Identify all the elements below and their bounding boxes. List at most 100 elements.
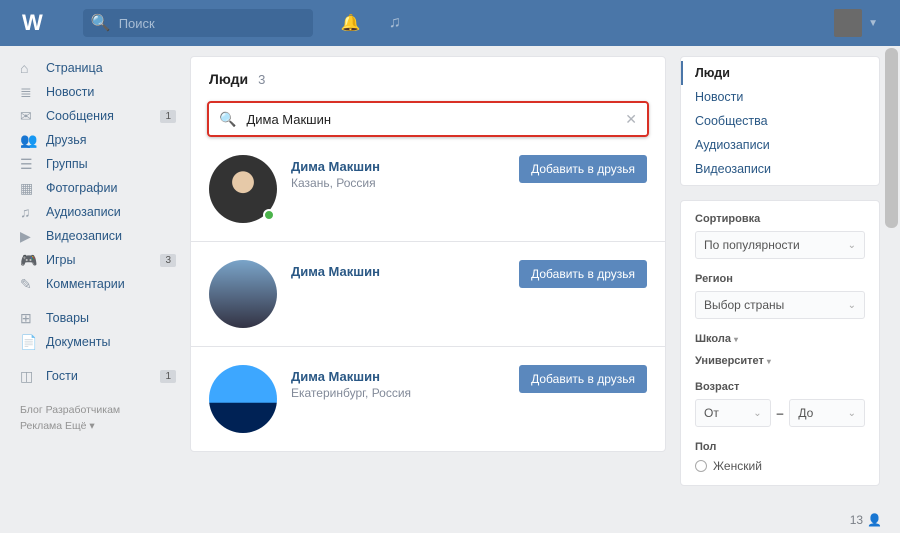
search-icon: 🔍 bbox=[219, 111, 236, 128]
sex-female-radio[interactable]: Женский bbox=[695, 459, 865, 473]
sidebar-item-Друзья[interactable]: 👥Друзья bbox=[20, 128, 176, 152]
online-count-value: 13 bbox=[850, 513, 863, 527]
footer-line[interactable]: Реклама Ещё ▾ bbox=[20, 418, 176, 434]
sort-label: Сортировка bbox=[695, 213, 865, 225]
add-friend-button[interactable]: Добавить в друзья bbox=[519, 365, 647, 393]
nav-icon: 📄 bbox=[20, 334, 46, 351]
search-icon: 🔍 bbox=[91, 13, 111, 33]
left-sidebar: ⌂Страница≣Новости✉Сообщения1👥Друзья☰Груп… bbox=[20, 56, 190, 486]
age-label: Возраст bbox=[695, 381, 865, 393]
nav-label: Товары bbox=[46, 311, 89, 325]
search-tabs: ЛюдиНовостиСообществаАудиозаписиВидеозап… bbox=[680, 56, 880, 186]
chevron-down-icon: ⌄ bbox=[753, 408, 761, 419]
tab-Сообщества[interactable]: Сообщества bbox=[681, 109, 879, 133]
nav-label: Аудиозаписи bbox=[46, 205, 121, 219]
result-avatar[interactable] bbox=[209, 260, 277, 328]
sidebar-item-Гости[interactable]: ◫Гости1 bbox=[20, 364, 176, 388]
user-avatar[interactable] bbox=[834, 9, 862, 37]
result-avatar[interactable] bbox=[209, 155, 277, 223]
sidebar-item-Новости[interactable]: ≣Новости bbox=[20, 80, 176, 104]
footer-line[interactable]: Блог Разработчикам bbox=[20, 402, 176, 418]
clear-icon[interactable]: ✕ bbox=[625, 111, 637, 128]
nav-icon: ♫ bbox=[20, 204, 46, 220]
sex-female-label: Женский bbox=[713, 459, 762, 473]
nav-icon: 👥 bbox=[20, 132, 46, 149]
header-search-input[interactable] bbox=[117, 15, 305, 32]
tab-Люди[interactable]: Люди bbox=[681, 61, 879, 85]
dash: – bbox=[777, 406, 784, 420]
sort-select[interactable]: По популярности ⌄ bbox=[695, 231, 865, 259]
nav-icon: ▶ bbox=[20, 228, 46, 245]
page-title: Люди bbox=[209, 71, 248, 87]
school-label[interactable]: Школа▾ bbox=[695, 333, 865, 345]
add-friend-button[interactable]: Добавить в друзья bbox=[519, 155, 647, 183]
notifications-icon[interactable]: 🔔 bbox=[341, 13, 361, 33]
sidebar-item-Видеозаписи[interactable]: ▶Видеозаписи bbox=[20, 224, 176, 248]
people-count: 3 bbox=[258, 72, 265, 87]
add-friend-button[interactable]: Добавить в друзья bbox=[519, 260, 647, 288]
main-column: Люди 3 🔍 ✕ Дима МакшинКазань, РоссияДоба… bbox=[190, 56, 666, 486]
online-count[interactable]: 13 👤 bbox=[850, 513, 882, 527]
music-icon[interactable]: ♫ bbox=[389, 14, 401, 32]
header-search[interactable]: 🔍 bbox=[83, 9, 313, 37]
nav-icon: ☰ bbox=[20, 156, 46, 173]
sex-label: Пол bbox=[695, 441, 865, 453]
caret-icon: ▾ bbox=[734, 335, 738, 344]
sidebar-item-Страница[interactable]: ⌂Страница bbox=[20, 56, 176, 80]
scrollbar[interactable] bbox=[885, 48, 898, 228]
nav-badge: 3 bbox=[160, 254, 176, 267]
caret-icon: ▾ bbox=[767, 357, 771, 366]
result-row: Дима МакшинДобавить в друзья bbox=[191, 242, 665, 347]
result-row: Дима МакшинКазань, РоссияДобавить в друз… bbox=[191, 137, 665, 242]
sidebar-item-Аудиозаписи[interactable]: ♫Аудиозаписи bbox=[20, 200, 176, 224]
sidebar-item-Документы[interactable]: 📄Документы bbox=[20, 330, 176, 354]
chevron-down-icon: ⌄ bbox=[848, 240, 856, 251]
filters-card: Сортировка По популярности⌄ Регион Выбор… bbox=[680, 200, 880, 486]
sidebar-item-Игры[interactable]: 🎮Игры3 bbox=[20, 248, 176, 272]
nav-label: Видеозаписи bbox=[46, 229, 122, 243]
chevron-down-icon: ⌄ bbox=[848, 300, 856, 311]
nav-label: Документы bbox=[46, 335, 110, 349]
result-name[interactable]: Дима Макшин bbox=[291, 369, 519, 384]
age-from-value: От bbox=[704, 406, 719, 420]
online-indicator bbox=[263, 209, 275, 221]
nav-label: Страница bbox=[46, 61, 103, 75]
age-to-select[interactable]: До⌄ bbox=[789, 399, 865, 427]
result-avatar[interactable] bbox=[209, 365, 277, 433]
region-value: Выбор страны bbox=[704, 298, 784, 312]
right-sidebar: ЛюдиНовостиСообществаАудиозаписиВидеозап… bbox=[680, 56, 880, 486]
vk-logo[interactable]: W bbox=[22, 10, 43, 36]
nav-label: Новости bbox=[46, 85, 94, 99]
nav-label: Друзья bbox=[46, 133, 87, 147]
region-select[interactable]: Выбор страны ⌄ bbox=[695, 291, 865, 319]
nav-icon: ⌂ bbox=[20, 60, 46, 76]
nav-icon: ⊞ bbox=[20, 310, 46, 327]
sidebar-item-Комментарии[interactable]: ✎Комментарии bbox=[20, 272, 176, 296]
sidebar-item-Фотографии[interactable]: ▦Фотографии bbox=[20, 176, 176, 200]
chevron-down-icon[interactable]: ▼ bbox=[868, 18, 878, 29]
sort-value: По популярности bbox=[704, 238, 800, 252]
nav-badge: 1 bbox=[160, 370, 176, 383]
university-label[interactable]: Университет▾ bbox=[695, 355, 865, 367]
nav-icon: ✉ bbox=[20, 108, 46, 125]
sidebar-item-Товары[interactable]: ⊞Товары bbox=[20, 306, 176, 330]
tab-Видеозаписи[interactable]: Видеозаписи bbox=[681, 157, 879, 181]
sidebar-item-Сообщения[interactable]: ✉Сообщения1 bbox=[20, 104, 176, 128]
result-name[interactable]: Дима Макшин bbox=[291, 159, 519, 174]
tab-Аудиозаписи[interactable]: Аудиозаписи bbox=[681, 133, 879, 157]
age-to-value: До bbox=[798, 406, 813, 420]
nav-icon: 🎮 bbox=[20, 252, 46, 269]
result-row: Дима Макшин Екатеринбург, РоссияДобавить … bbox=[191, 347, 665, 451]
age-from-select[interactable]: От ⌄ bbox=[695, 399, 771, 427]
nav-icon: ✎ bbox=[20, 276, 46, 293]
people-search[interactable]: 🔍 ✕ bbox=[207, 101, 649, 137]
nav-icon: ◫ bbox=[20, 368, 46, 385]
result-name[interactable]: Дима Макшин bbox=[291, 264, 519, 279]
tab-Новости[interactable]: Новости bbox=[681, 85, 879, 109]
result-location: Екатеринбург, Россия bbox=[291, 386, 519, 400]
sidebar-item-Группы[interactable]: ☰Группы bbox=[20, 152, 176, 176]
people-search-input[interactable] bbox=[244, 111, 625, 128]
app-header: W 🔍 🔔 ♫ ▼ bbox=[0, 0, 900, 46]
person-icon: 👤 bbox=[867, 513, 882, 527]
nav-icon: ▦ bbox=[20, 180, 46, 197]
